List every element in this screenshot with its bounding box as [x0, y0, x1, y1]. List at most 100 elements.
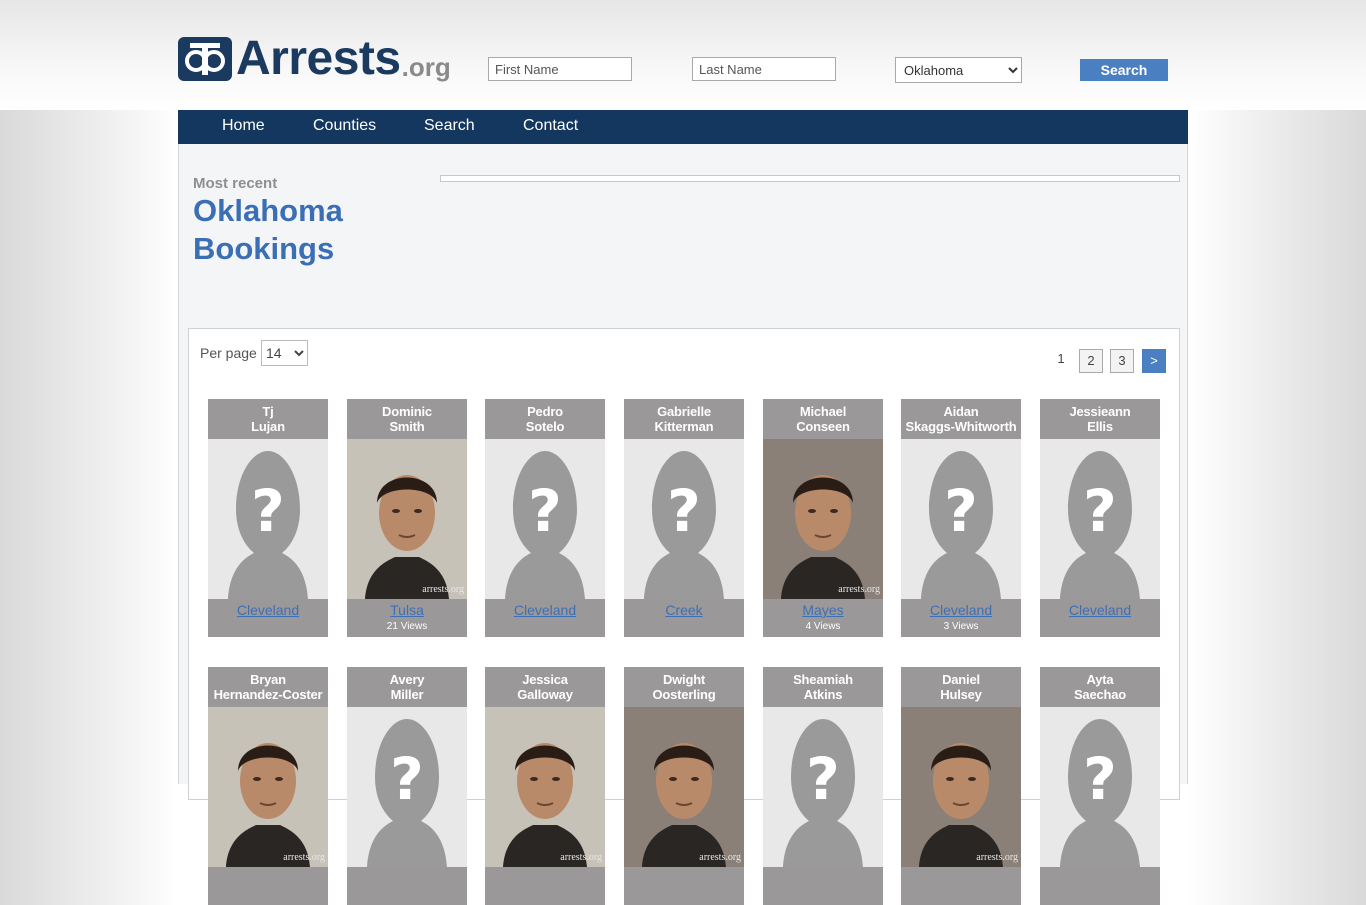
booking-card[interactable]: Dominic Smith arrests.org Tulsa 21 Views	[347, 399, 467, 637]
booking-footer	[901, 867, 1021, 905]
booking-name[interactable]: Dwight Oosterling	[624, 667, 744, 707]
svg-text:?: ?	[944, 477, 978, 545]
booking-name[interactable]: Daniel Hulsey	[901, 667, 1021, 707]
no-photo-placeholder-icon[interactable]: ?	[485, 439, 605, 599]
booking-footer	[347, 867, 467, 905]
booking-last-name: Galloway	[517, 687, 573, 702]
booking-last-name: Smith	[389, 419, 425, 434]
booking-last-name: Hulsey	[940, 687, 982, 702]
booking-name[interactable]: Bryan Hernandez-Coster	[208, 667, 328, 707]
booking-first-name: Daniel	[942, 672, 980, 687]
booking-footer: Cleveland	[208, 599, 328, 637]
booking-footer: Cleveland	[485, 599, 605, 637]
nav-contact[interactable]: Contact	[523, 110, 578, 142]
booking-first-name: Michael	[799, 404, 847, 419]
booking-view-count: 21 Views	[386, 621, 428, 632]
no-photo-placeholder-icon[interactable]: ?	[1040, 707, 1160, 867]
booking-footer: Creek	[624, 599, 744, 637]
photo-watermark: arrests.org	[560, 852, 602, 863]
booking-name[interactable]: Gabrielle Kitterman	[624, 399, 744, 439]
nav-home[interactable]: Home	[222, 110, 265, 142]
booking-county-link[interactable]: Mayes	[763, 599, 883, 621]
booking-last-name: Sotelo	[525, 419, 565, 434]
booking-card[interactable]: Daniel Hulsey arrests.org	[901, 667, 1021, 905]
booking-first-name: Jessica	[522, 672, 568, 687]
booking-mugshot-photo[interactable]: arrests.org	[901, 707, 1021, 867]
booking-card[interactable]: Sheamiah Atkins?	[763, 667, 883, 905]
page-3-link[interactable]: 3	[1110, 349, 1134, 373]
booking-name[interactable]: Michael Conseen	[763, 399, 883, 439]
brand-tld: .org	[401, 52, 451, 82]
next-page-button[interactable]: >	[1142, 349, 1166, 373]
no-photo-placeholder-icon[interactable]: ?	[763, 707, 883, 867]
booking-name[interactable]: Jessica Galloway	[485, 667, 605, 707]
nav-counties[interactable]: Counties	[313, 110, 376, 142]
booking-card[interactable]: Dwight Oosterling arrests.org	[624, 667, 744, 905]
booking-footer	[763, 867, 883, 905]
booking-last-name: Lujan	[251, 419, 285, 434]
booking-mugshot-photo[interactable]: arrests.org	[347, 439, 467, 599]
booking-last-name: Skaggs-Whitworth	[905, 419, 1017, 434]
booking-card[interactable]: Aidan Skaggs-Whitworth? Cleveland 3 Views	[901, 399, 1021, 637]
main-navigation: Home Counties Search Contact	[178, 110, 1188, 144]
booking-first-name: Gabrielle	[657, 404, 711, 419]
booking-name[interactable]: Aidan Skaggs-Whitworth	[901, 399, 1021, 439]
booking-card[interactable]: Bryan Hernandez-Coster arrests.org	[208, 667, 328, 905]
booking-first-name: Dwight	[662, 672, 706, 687]
per-page-label: Per page	[200, 345, 257, 361]
photo-watermark: arrests.org	[283, 852, 325, 863]
booking-county-link[interactable]: Cleveland	[208, 599, 328, 621]
nav-search[interactable]: Search	[424, 110, 475, 142]
per-page-select[interactable]: 14	[261, 340, 308, 366]
booking-name[interactable]: Pedro Sotelo	[485, 399, 605, 439]
page-2-link[interactable]: 2	[1079, 349, 1103, 373]
svg-text:?: ?	[1083, 745, 1117, 813]
svg-text:?: ?	[806, 745, 840, 813]
no-photo-placeholder-icon[interactable]: ?	[1040, 439, 1160, 599]
booking-name[interactable]: Ayta Saechao	[1040, 667, 1160, 707]
booking-card[interactable]: Gabrielle Kitterman? Creek	[624, 399, 744, 637]
page-title: Oklahoma Bookings	[193, 192, 343, 268]
booking-footer: Mayes 4 Views	[763, 599, 883, 637]
no-photo-placeholder-icon[interactable]: ?	[901, 439, 1021, 599]
photo-watermark: arrests.org	[838, 584, 880, 595]
booking-view-count: 4 Views	[805, 621, 841, 632]
booking-card[interactable]: Michael Conseen arrests.org Mayes 4 Views	[763, 399, 883, 637]
booking-first-name: Dominic	[382, 404, 432, 419]
booking-footer: Cleveland	[1040, 599, 1160, 637]
last-name-input[interactable]	[692, 57, 836, 81]
booking-first-name: Jessieann	[1069, 404, 1131, 419]
ad-banner	[440, 175, 1180, 182]
no-photo-placeholder-icon[interactable]: ?	[208, 439, 328, 599]
no-photo-placeholder-icon[interactable]: ?	[347, 707, 467, 867]
booking-card[interactable]: Ayta Saechao?	[1040, 667, 1160, 905]
booking-card[interactable]: Avery Miller?	[347, 667, 467, 905]
booking-name[interactable]: Sheamiah Atkins	[763, 667, 883, 707]
booking-card[interactable]: Tj Lujan? Cleveland	[208, 399, 328, 637]
booking-name[interactable]: Dominic Smith	[347, 399, 467, 439]
booking-card[interactable]: Pedro Sotelo? Cleveland	[485, 399, 605, 637]
booking-county-link[interactable]: Cleveland	[901, 599, 1021, 621]
no-photo-placeholder-icon[interactable]: ?	[624, 439, 744, 599]
booking-mugshot-photo[interactable]: arrests.org	[624, 707, 744, 867]
main-content: Most recent Oklahoma Bookings Per page 1…	[178, 144, 1188, 905]
booking-mugshot-photo[interactable]: arrests.org	[485, 707, 605, 867]
booking-mugshot-photo[interactable]: arrests.org	[208, 707, 328, 867]
booking-mugshot-photo[interactable]: arrests.org	[763, 439, 883, 599]
booking-name[interactable]: Avery Miller	[347, 667, 467, 707]
search-button[interactable]: Search	[1080, 59, 1168, 81]
booking-name[interactable]: Jessieann Ellis	[1040, 399, 1160, 439]
booking-county-link[interactable]: Creek	[624, 599, 744, 621]
booking-last-name: Ellis	[1087, 419, 1113, 434]
state-select[interactable]: Oklahoma	[895, 57, 1022, 83]
booking-county-link[interactable]: Cleveland	[1040, 599, 1160, 621]
booking-name[interactable]: Tj Lujan	[208, 399, 328, 439]
booking-county-link[interactable]: Cleveland	[485, 599, 605, 621]
booking-card[interactable]: Jessica Galloway arrests.org	[485, 667, 605, 905]
site-logo[interactable]: Arrests .org	[178, 35, 451, 83]
page-title-line2: Bookings	[193, 231, 335, 266]
first-name-input[interactable]	[488, 57, 632, 81]
photo-watermark: arrests.org	[699, 852, 741, 863]
booking-county-link[interactable]: Tulsa	[347, 599, 467, 621]
booking-card[interactable]: Jessieann Ellis? Cleveland	[1040, 399, 1160, 637]
